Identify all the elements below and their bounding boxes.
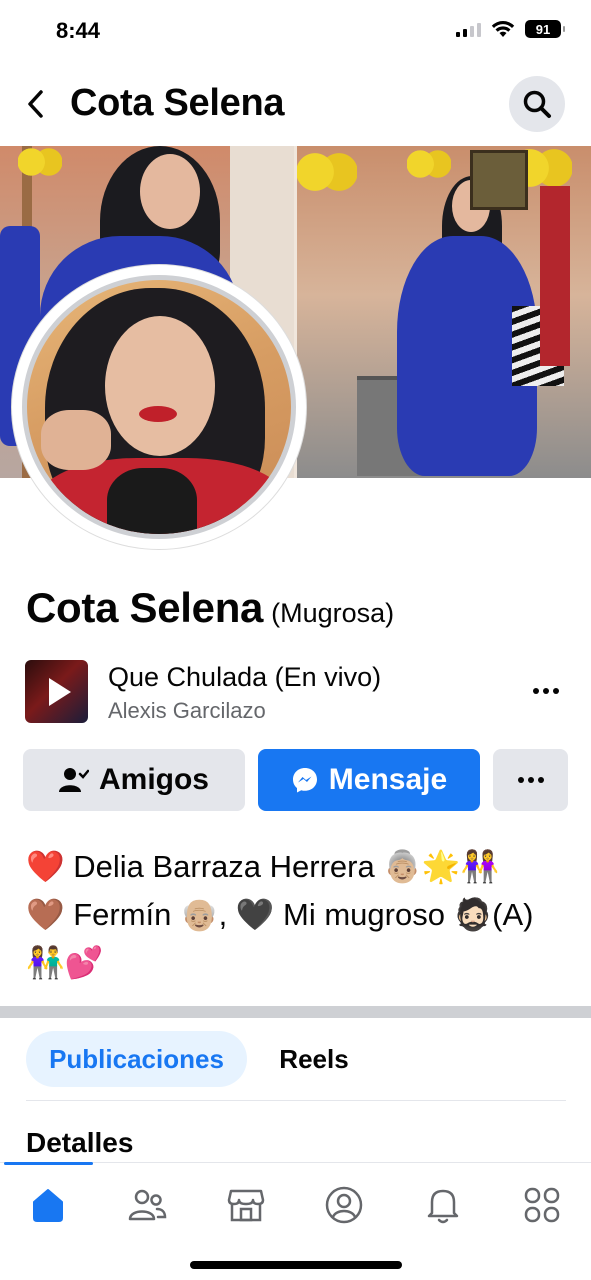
battery-level: 91 (535, 21, 551, 37)
song-title: Que Chulada (En vivo) (108, 662, 382, 692)
wifi-icon (491, 21, 515, 37)
cellular-signal-icon (456, 21, 481, 37)
friends-button[interactable]: Amigos (23, 749, 245, 811)
more-horizontal-icon (517, 777, 524, 783)
profile-alias: (Mugrosa) (271, 598, 395, 628)
bio-line: 🤎 Fermín 👴🏼, 🖤 Mi mugroso 🧔🏻(A) (26, 897, 534, 932)
profile-name: Cota Selena (26, 584, 264, 631)
nav-home[interactable] (26, 1183, 70, 1227)
bottom-navigation (0, 1162, 591, 1280)
play-icon (48, 677, 71, 706)
home-indicator (190, 1261, 402, 1269)
nav-notifications[interactable] (421, 1183, 465, 1227)
more-horizontal-icon (533, 688, 539, 694)
marketplace-icon (227, 1189, 265, 1222)
notifications-icon (427, 1189, 459, 1224)
tab-reels[interactable]: Reels (262, 1031, 366, 1087)
search-icon (523, 90, 551, 118)
status-time: 8:44 (56, 18, 101, 43)
nav-menu[interactable] (520, 1183, 564, 1227)
chevron-left-icon (28, 90, 43, 118)
message-button-label: Mensaje (328, 763, 448, 796)
nav-marketplace[interactable] (224, 1183, 268, 1227)
search-button[interactable] (509, 76, 565, 132)
page-title: Cota Selena (70, 82, 285, 124)
profile-icon (325, 1186, 363, 1224)
song-more-button[interactable] (531, 676, 561, 706)
back-button[interactable] (18, 84, 54, 124)
profile-actions: Amigos Mensaje (23, 749, 568, 811)
messenger-icon (292, 768, 317, 793)
nav-friends[interactable] (125, 1183, 169, 1227)
bio-line: ❤️ Delia Barraza Herrera 👵🏼🌟👭 (26, 849, 500, 884)
bio-line: 👫💕 (26, 945, 104, 980)
tabs-divider (26, 1100, 566, 1101)
friend-check-icon (58, 768, 89, 792)
section-divider (0, 1006, 591, 1018)
profile-more-button[interactable] (493, 749, 568, 811)
details-heading: Detalles (26, 1127, 134, 1158)
nav-profile[interactable] (322, 1183, 366, 1227)
status-bar: 8:44 91 (0, 0, 591, 62)
profile-song[interactable]: Que Chulada (En vivo) Alexis Garcilazo (25, 658, 567, 726)
song-artist: Alexis Garcilazo (108, 698, 266, 723)
active-tab-indicator (4, 1162, 93, 1165)
avatar[interactable] (22, 275, 296, 539)
home-icon (33, 1189, 63, 1222)
profile-name-block: Cota Selena (Mugrosa) (26, 584, 394, 632)
message-button[interactable]: Mensaje (258, 749, 480, 811)
battery-icon: 91 (525, 20, 565, 38)
status-icons: 91 (456, 20, 565, 38)
friends-icon (128, 1189, 167, 1221)
tab-posts[interactable]: Publicaciones (26, 1031, 247, 1087)
song-cover-art[interactable] (25, 660, 88, 723)
profile-bio: ❤️ Delia Barraza Herrera 👵🏼🌟👭 🤎 Fermín 👴… (26, 843, 566, 987)
profile-header: Cota Selena (0, 62, 591, 146)
friends-button-label: Amigos (98, 763, 209, 796)
profile-tabs: Publicaciones Reels (26, 1031, 566, 1089)
menu-grid-icon (524, 1187, 560, 1223)
